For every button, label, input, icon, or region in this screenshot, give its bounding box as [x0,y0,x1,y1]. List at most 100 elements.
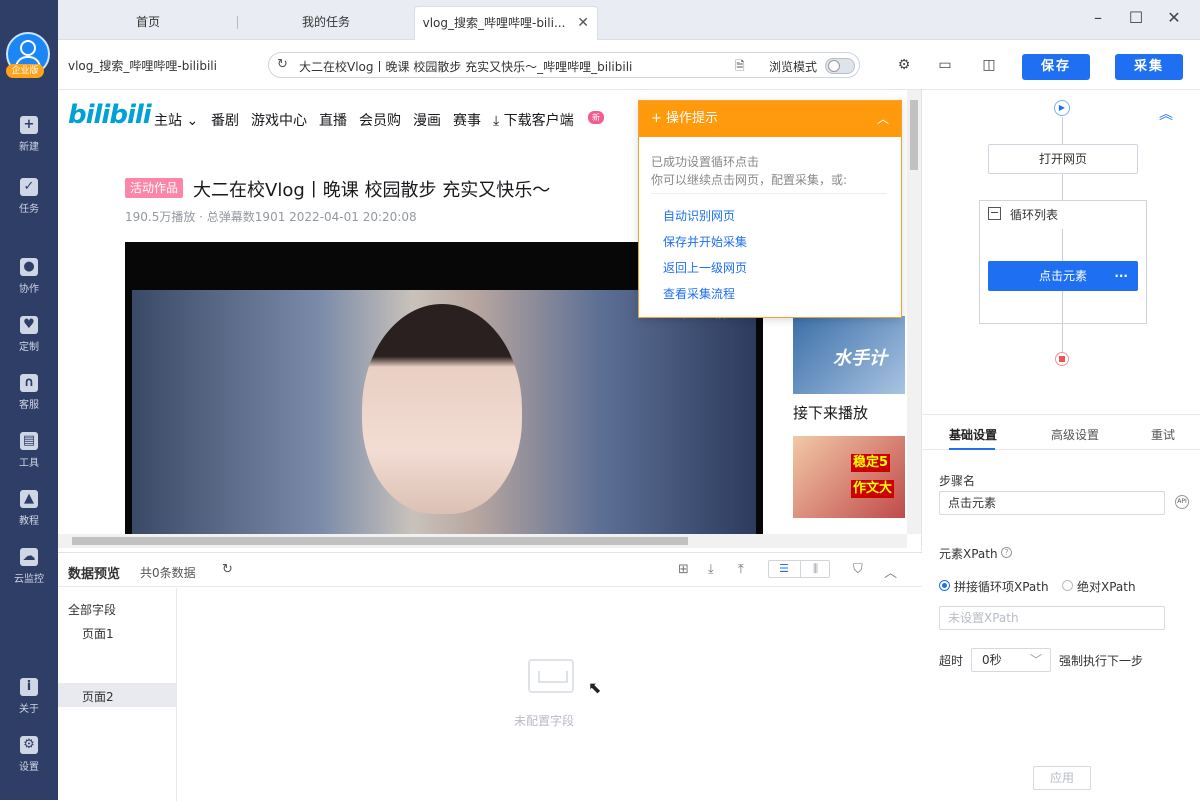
hint-desc: 已成功设置循环点击 [651,155,760,169]
browse-mode-label: 浏览模式 [769,60,818,74]
nav-manga[interactable]: 漫画 [413,110,441,130]
sidebar-item-service[interactable]: ∩ 客服 [0,374,58,424]
export-icon[interactable]: ⤒ [738,562,744,577]
sidebar-item-tools[interactable]: ▤ 工具 [0,432,58,482]
click-element-node[interactable]: 点击元素 ··· [988,261,1138,291]
recommend-thumbnail[interactable]: 水手计 [793,316,905,394]
bilibili-logo[interactable]: bilibili [68,100,152,130]
tab-label: vlog_搜索_哔哩哔哩-bili... [422,16,566,30]
nav-label: 主站 [154,113,182,129]
collaborate-icon: ● [20,258,38,276]
close-window-icon[interactable]: ✕ [1164,8,1184,28]
recommend-thumbnail[interactable]: 稳定5 作文大 [793,436,905,518]
tab-basic-settings[interactable]: 基础设置 [949,426,997,443]
custom-icon: ♥ [20,316,38,334]
url-text[interactable]: 大二在校Vlog丨晚课 校园散步 充实又快乐～_哔哩哔哩_bilibili [299,58,719,75]
api-icon[interactable]: API [1175,495,1189,509]
vertical-scrollbar[interactable] [907,90,921,534]
url-bar[interactable]: ↻ 大二在校Vlog丨晚课 校园散步 充实又快乐～_哔哩哔哩_bilibili … [268,52,860,78]
sidebar-item-label: 云监控 [14,574,44,585]
sidebar-item-tasks[interactable]: ✓ 任务 [0,178,58,228]
page-item[interactable]: 页面1 [82,625,114,642]
plus-icon: + [20,116,38,134]
apply-button[interactable]: 应用 [1033,766,1091,790]
sidebar-item-label: 设置 [19,762,39,773]
open-page-node[interactable]: 打开网页 [988,144,1138,174]
right-panel: ▶ ︽ 打开网页 − 循环列表 点击元素 ··· 基础设置 高级设置 重试 步骤名… [923,90,1200,800]
refresh-icon[interactable]: ↻ [277,57,288,72]
layout-side-icon[interactable]: ◫ [980,57,998,73]
task-icon: ✓ [20,178,38,196]
nav-anime[interactable]: 番剧 [211,110,239,130]
refresh-icon[interactable]: ↻ [222,562,233,577]
sidebar-item-tutorial[interactable]: ▲ 教程 [0,490,58,540]
nav-shop[interactable]: 会员购 [359,110,401,130]
tab-advanced-settings[interactable]: 高级设置 [1051,426,1099,443]
minimize-icon[interactable]: – [1088,8,1108,28]
page-title: vlog_搜索_哔哩哔哩-bilibili [68,59,217,73]
nav-download[interactable]: ⤓ 下载客户端 [493,110,574,130]
activity-tag[interactable]: 活动作品 [125,178,183,198]
page-item[interactable]: 页面2 [82,688,114,705]
nav-events[interactable]: 赛事 [453,110,481,130]
browse-mode-toggle[interactable] [825,58,855,74]
nav-games[interactable]: 游戏中心 [251,110,307,130]
all-fields[interactable]: 全部字段 [68,601,116,618]
force-next-label: 强制执行下一步 [1059,654,1144,668]
import-icon[interactable]: ⤓ [708,562,714,577]
left-sidebar: 企业版 + 新建 ✓ 任务 ● 协作 ♥ 定制 ∩ 客服 ▤ 工具 ▲ 教程 ☁ 云监控 i 关于… [0,0,58,800]
xpath-input[interactable]: 未设置XPath [939,606,1165,630]
collect-button[interactable]: 采集 [1115,54,1183,80]
column-view-icon[interactable]: ⫼ [800,561,830,577]
nav-main[interactable]: 主站 ⌄ [154,110,198,130]
horizontal-scrollbar[interactable] [58,534,907,548]
add-field-icon[interactable]: ⊞ [678,562,689,577]
auto-detect-link[interactable]: 自动识别网页 [663,207,735,224]
save-button[interactable]: 保存 [1022,54,1090,80]
collapse-icon[interactable]: ︿ [884,562,897,581]
collapse-loop-icon[interactable]: − [988,207,1001,220]
sidebar-item-new[interactable]: + 新建 [0,116,58,166]
close-icon[interactable]: ✕ [577,7,589,39]
xpath-label: 元素XPath [939,547,998,561]
radio-absolute-label[interactable]: 绝对XPath [1077,578,1136,595]
field-list: 全部字段 页面1 页面2 [58,588,177,801]
thumbnail-text: 作文大 [851,480,895,498]
document-icon[interactable]: 🗎 [735,57,745,78]
timeout-select[interactable]: 0秒 ﹀ [971,648,1051,672]
tab-home[interactable]: 首页 [58,6,238,40]
sidebar-item-custom[interactable]: ♥ 定制 [0,316,58,366]
start-icon: ▶ [1054,100,1070,116]
collapse-up-icon[interactable]: ︽ [1159,104,1173,124]
sidebar-item-about[interactable]: i 关于 [0,678,58,728]
step-name-input[interactable]: 点击元素 [939,491,1165,515]
mouse-cursor-icon: ⬉ [588,678,602,697]
headset-icon: ∩ [20,374,38,392]
new-badge: 新 [588,111,604,124]
help-icon[interactable]: ? [1001,547,1012,558]
sidebar-item-cloud[interactable]: ☁ 云监控 [0,548,58,598]
sidebar-item-label: 定制 [19,342,39,353]
go-back-link[interactable]: 返回上一级网页 [663,259,747,276]
filter-icon[interactable]: ⛉ [853,562,863,577]
nav-live[interactable]: 直播 [319,110,347,130]
save-start-link[interactable]: 保存并开始采集 [663,233,747,250]
list-view-icon[interactable]: ☰ [769,561,799,577]
radio-concat-xpath[interactable] [939,580,950,591]
gear-icon[interactable]: ⚙ [895,57,913,73]
tab-bilibili[interactable]: vlog_搜索_哔哩哔哩-bili... ✕ [414,6,598,40]
maximize-icon[interactable]: ☐ [1126,8,1146,28]
loop-list-node[interactable]: − 循环列表 点击元素 ··· [979,200,1147,324]
hint-header[interactable]: + 操作提示 ︿ [639,101,901,137]
sidebar-item-settings[interactable]: ⚙ 设置 [0,736,58,786]
layout-bottom-icon[interactable]: ▭ [936,57,954,73]
radio-concat-label[interactable]: 拼接循环项XPath [954,578,1049,595]
more-icon[interactable]: ··· [1114,261,1128,291]
tab-retry[interactable]: 重试 [1151,426,1175,443]
collapse-icon[interactable]: ︿ [877,101,889,137]
nav-label: 下载客户端 [503,113,574,129]
tab-my-tasks[interactable]: 我的任务 [238,6,414,40]
sidebar-item-collaborate[interactable]: ● 协作 [0,258,58,308]
radio-absolute-xpath[interactable] [1062,580,1073,591]
view-flow-link[interactable]: 查看采集流程 [663,285,735,302]
